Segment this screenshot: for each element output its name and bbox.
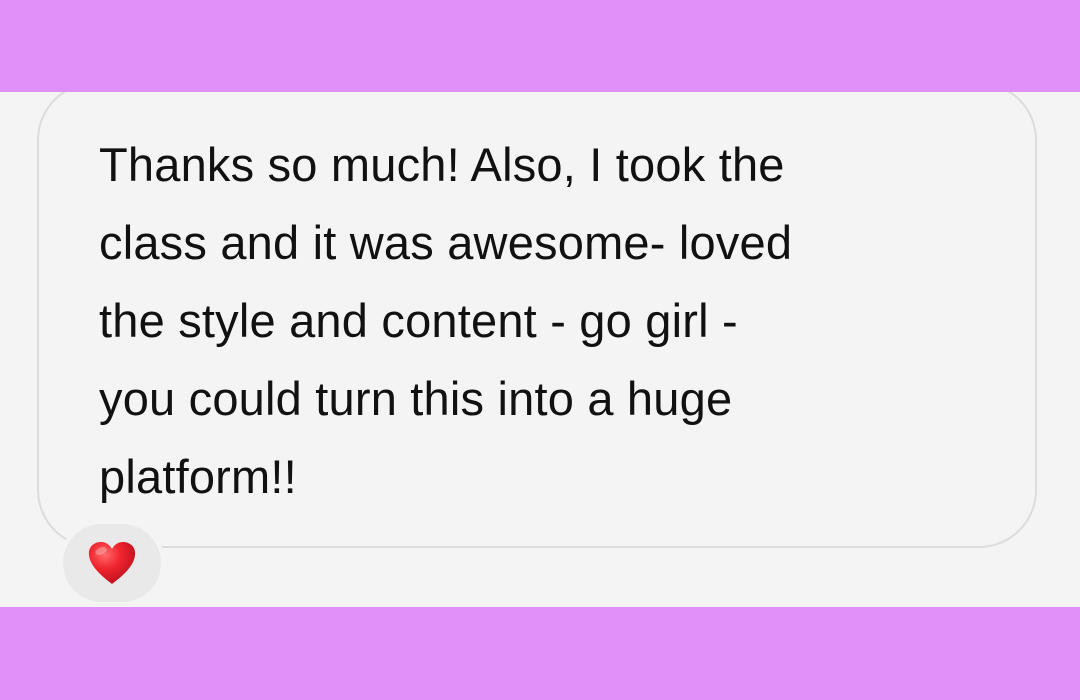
red-heart-icon	[88, 542, 136, 584]
bottom-color-band	[0, 607, 1080, 700]
message-line: Thanks so much! Also, I took the	[99, 138, 785, 191]
message-screen: Thanks so much! Also, I took the class a…	[0, 92, 1080, 607]
top-color-band	[0, 0, 1080, 92]
message-line: you could turn this into a huge	[99, 372, 733, 425]
message-bubble[interactable]: Thanks so much! Also, I took the class a…	[37, 92, 1037, 548]
message-line: the style and content - go girl -	[99, 294, 738, 347]
message-line: class and it was awesome- loved	[99, 216, 793, 269]
heart-reaction-badge[interactable]	[59, 520, 165, 606]
message-text: Thanks so much! Also, I took the class a…	[99, 126, 999, 516]
message-line: platform!!	[99, 450, 297, 503]
